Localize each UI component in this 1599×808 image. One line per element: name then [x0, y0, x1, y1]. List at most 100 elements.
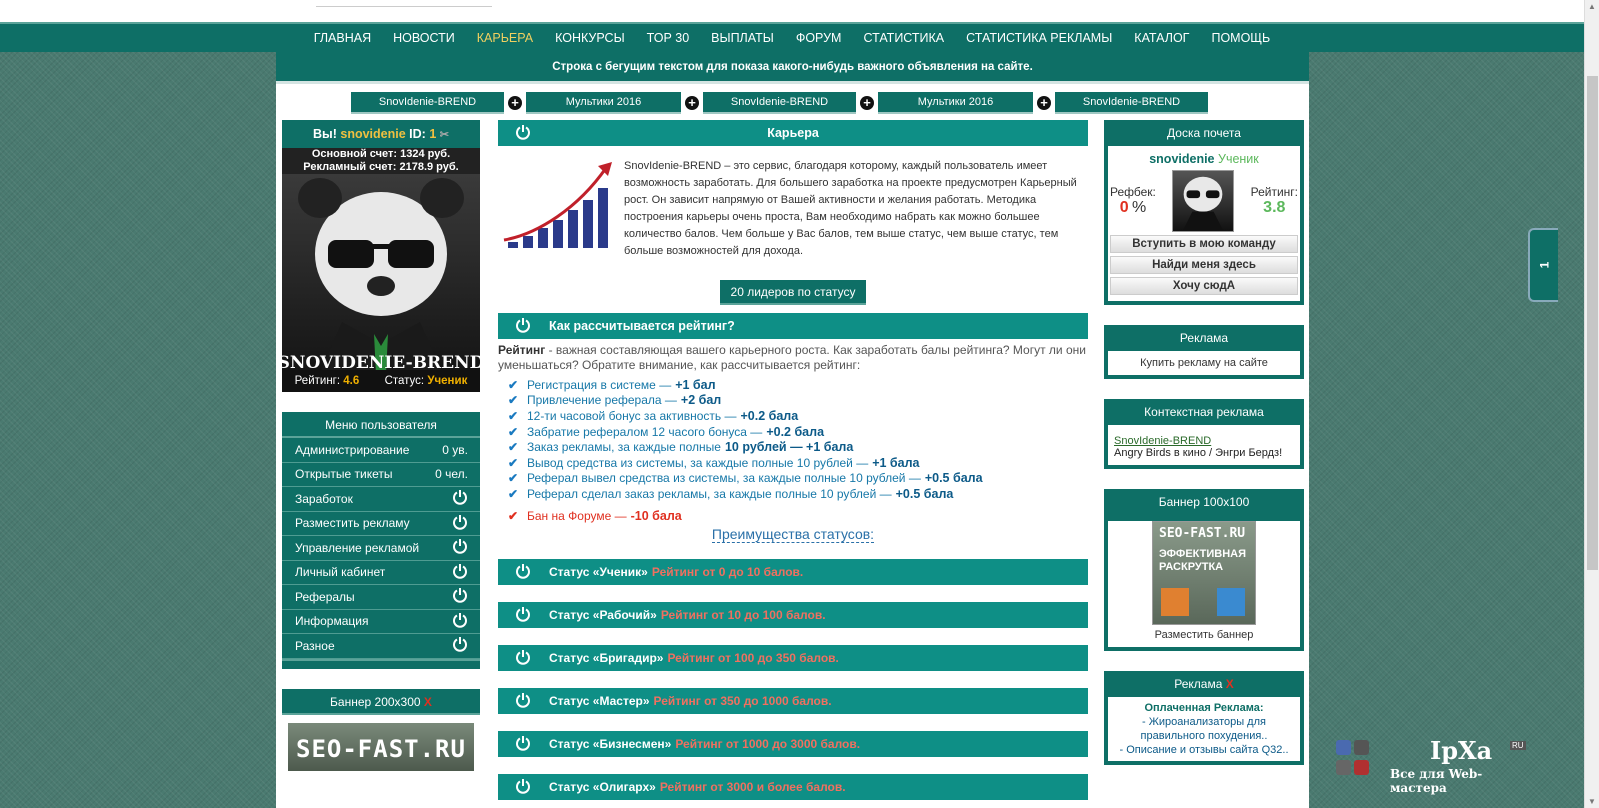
banner-100-box: Баннер 100х100 SEO-FAST.RU ЭФФЕКТИВНАЯ Р…: [1104, 489, 1304, 651]
ad-title: Реклама: [1108, 325, 1300, 351]
paid-ad-link[interactable]: - Описание и отзывы сайта Q32..: [1112, 743, 1296, 757]
banner-100-image[interactable]: SEO-FAST.RU ЭФФЕКТИВНАЯ РАСКРУТКА: [1152, 521, 1256, 625]
rating-rule: ✔ Заказ рекламы, за каждые полные 10 рубле…: [508, 440, 854, 455]
side-tab[interactable]: 1: [1528, 228, 1558, 302]
plus-icon[interactable]: +: [508, 96, 522, 110]
ad-account: Рекламный счет: 2178.9 руб.: [303, 161, 459, 173]
context-ad-title: Контекстная реклама: [1108, 399, 1300, 425]
user-rating: 4.6: [343, 375, 360, 387]
rating-rule: ✔ Регистрация в системе — +1 бал: [508, 377, 716, 392]
tools-icon[interactable]: ✂: [440, 129, 449, 141]
honor-button[interactable]: Вступить в мою команду: [1110, 235, 1298, 253]
career-title: Карьера: [767, 126, 819, 140]
leaders-button[interactable]: 20 лидеров по статусу: [720, 280, 866, 305]
status-row[interactable]: Статус «Мастер» Рейтинг от 350 до 1000 ба…: [498, 688, 1088, 715]
power-icon: [515, 692, 531, 711]
power-icon: [452, 636, 468, 655]
nav-item[interactable]: КАТАЛОГ: [1134, 31, 1189, 45]
check-icon: ✔: [508, 471, 519, 486]
user-block: Вы! snovidenie ID: 1 ✂ Основной счет: 13…: [282, 120, 480, 392]
user-menu-item[interactable]: Заработок: [282, 487, 480, 512]
banner-200-image[interactable]: SEO-FAST.RU: [288, 722, 474, 771]
place-banner-link[interactable]: Разместить баннер: [1108, 625, 1300, 641]
context-ad-text[interactable]: Angry Birds в кино / Энгри Бердз!: [1114, 447, 1294, 459]
status-row[interactable]: Статус «Ученик» Рейтинг от 0 до 10 балов.: [498, 559, 1088, 586]
user-menu-item[interactable]: Управление рекламой: [282, 536, 480, 561]
ad-tab[interactable]: SnovIdenie-BREND: [703, 92, 856, 114]
rating-rules: ✔ Регистрация в системе — +1 бал ✔ Привлечен…: [508, 377, 1088, 523]
nav-item[interactable]: НОВОСТИ: [393, 31, 455, 45]
plus-icon[interactable]: +: [685, 96, 699, 110]
marquee-banner: Строка с бегущим текстом для показа како…: [276, 52, 1309, 84]
nav-item[interactable]: ВЫПЛАТЫ: [711, 31, 774, 45]
scrollbar[interactable]: ▲ ▼: [1584, 0, 1599, 808]
honor-button[interactable]: Найди меня здесь: [1110, 256, 1298, 274]
plus-icon[interactable]: +: [860, 96, 874, 110]
status-row[interactable]: Статус «Бригадир» Рейтинг от 100 до 350 б…: [498, 645, 1088, 672]
rating-rule: ✔ Реферал сделал заказ рекламы, за каждые…: [508, 486, 954, 501]
power-icon: [452, 612, 468, 631]
status-row[interactable]: Статус «Рабочий» Рейтинг от 10 до 100 бал…: [498, 602, 1088, 629]
user-menu-item[interactable]: Личный кабинет: [282, 560, 480, 585]
ad-tab[interactable]: Мультики 2016: [526, 92, 681, 114]
career-header: Карьера: [498, 120, 1088, 146]
career-intro-text: SnovIdenie-BREND – это сервис, благодаря…: [624, 160, 1077, 257]
ad-tab[interactable]: SnovIdenie-BREND: [351, 92, 504, 114]
status-row[interactable]: Статус «Бизнесмен» Рейтинг от 1000 до 300…: [498, 731, 1088, 758]
buy-ad-link[interactable]: Купить рекламу на сайте: [1108, 351, 1300, 375]
context-ad-box: Контекстная реклама SnovIdenie-BREND Ang…: [1104, 399, 1304, 469]
power-icon: [515, 124, 531, 143]
power-icon: [452, 563, 468, 582]
career-intro: SnovIdenie-BREND – это сервис, благодаря…: [498, 158, 1088, 260]
left-column: Вы! snovidenie ID: 1 ✂ Основной счет: 13…: [282, 120, 480, 771]
nav-item[interactable]: ФОРУМ: [796, 31, 842, 45]
context-ad-link[interactable]: SnovIdenie-BREND: [1114, 435, 1294, 447]
banner-200x300: Баннер 200х300 X SEO-FAST.RU: [282, 688, 480, 771]
nav-item[interactable]: СТАТИСТИКА РЕКЛАМЫ: [966, 31, 1112, 45]
honor-button[interactable]: Хочу сюдА: [1110, 277, 1298, 295]
scroll-thumb[interactable]: [1587, 76, 1598, 570]
honor-rating: 3.8: [1263, 199, 1286, 216]
nav-item[interactable]: КОНКУРСЫ: [555, 31, 625, 45]
status-row[interactable]: Статус «Олигарх» Рейтинг от 3000 и более …: [498, 774, 1088, 801]
power-icon: [452, 514, 468, 533]
user-menu-item[interactable]: Рефералы: [282, 585, 480, 610]
plus-icon[interactable]: +: [1037, 96, 1051, 110]
user-menu-item[interactable]: Администрирование 0 ув.: [282, 438, 480, 463]
user-menu-item[interactable]: Разное: [282, 634, 480, 659]
rating-rule: ✔ 12-ти часовой бонус за активность — +0.2…: [508, 408, 799, 423]
nav-item[interactable]: СТАТИСТИКА: [863, 31, 944, 45]
paid-ad-link[interactable]: - Жироанализаторы для правильного похуде…: [1112, 715, 1296, 743]
honor-board: Доска почета snovidenie Ученик Рефбек: 0 …: [1104, 120, 1304, 305]
user-avatar[interactable]: SNOVIDENIE-BREND Рейтинг: 4.6 Статус: Уч…: [282, 174, 480, 392]
seo-icon: [1217, 588, 1245, 616]
status-list: Статус «Ученик» Рейтинг от 0 до 10 балов.…: [498, 559, 1088, 801]
banner-close-icon[interactable]: X: [424, 695, 432, 709]
power-icon: [452, 538, 468, 557]
refback-value: 0: [1119, 199, 1129, 216]
ad-tab[interactable]: SnovIdenie-BREND: [1055, 92, 1208, 114]
ad-tab[interactable]: Мультики 2016: [878, 92, 1033, 114]
honor-avatar[interactable]: [1172, 170, 1235, 232]
nav-item[interactable]: КАРЬЕРА: [477, 31, 533, 45]
check-icon: ✔: [508, 408, 519, 423]
nav-item[interactable]: ГЛАВНАЯ: [314, 31, 371, 45]
honor-username[interactable]: snovidenie: [1149, 152, 1214, 166]
honor-status: Ученик: [1218, 152, 1259, 166]
check-icon: ✔: [508, 440, 519, 455]
scroll-up-icon[interactable]: ▲: [1588, 2, 1596, 11]
nav-item[interactable]: ТОР 30: [647, 31, 690, 45]
power-icon: [515, 606, 531, 625]
user-menu-item[interactable]: Разместить рекламу: [282, 511, 480, 536]
user-menu-item[interactable]: Информация: [282, 609, 480, 634]
scroll-down-icon[interactable]: ▼: [1588, 797, 1596, 806]
user-menu-title: Меню пользователя: [282, 412, 480, 438]
username[interactable]: snovidenie: [340, 127, 405, 141]
nav-item[interactable]: ПОМОЩЬ: [1211, 31, 1270, 45]
advantages-link[interactable]: Преимущества статусов:: [498, 526, 1088, 544]
ads-close-icon[interactable]: X: [1226, 677, 1234, 691]
power-icon: [515, 563, 531, 582]
power-icon: [452, 587, 468, 606]
user-menu-item[interactable]: Открытые тикеты 0 чел.: [282, 462, 480, 487]
check-icon: ✔: [508, 508, 519, 523]
